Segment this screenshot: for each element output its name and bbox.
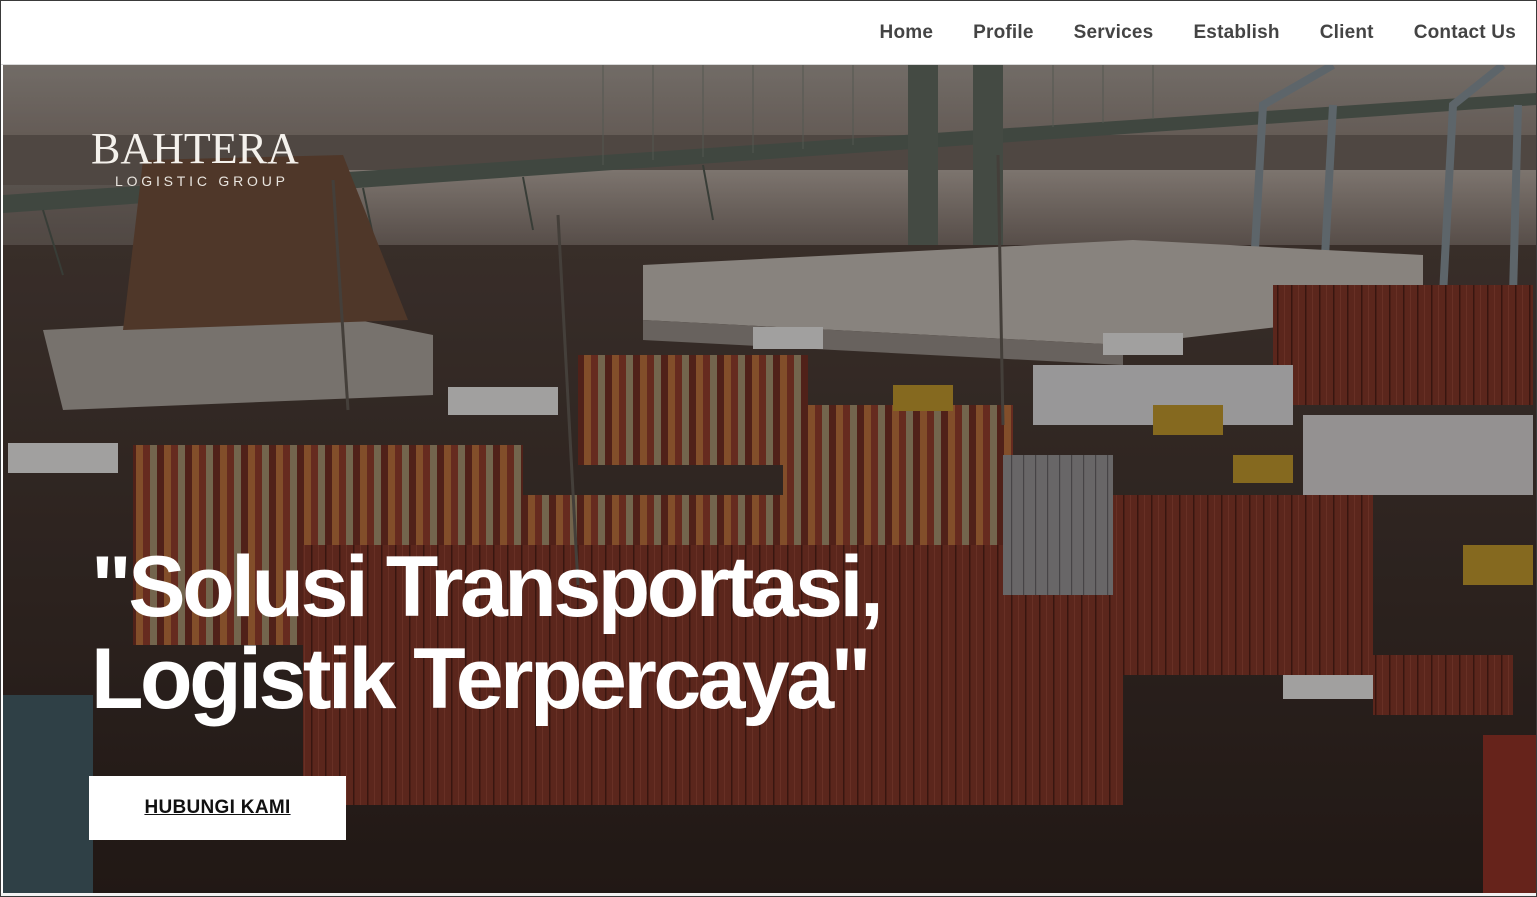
logo-tagline: LOGISTIC GROUP bbox=[115, 173, 289, 189]
nav-profile-link[interactable]: Profile bbox=[973, 22, 1034, 44]
nav-services-link[interactable]: Services bbox=[1074, 22, 1154, 44]
page-frame: Home Profile Services Establish Client C… bbox=[0, 0, 1537, 897]
site-header: Home Profile Services Establish Client C… bbox=[1, 1, 1536, 65]
logo-wordmark: BAHTERA bbox=[91, 124, 299, 173]
contact-cta-button[interactable]: HUBUNGI KAMI bbox=[89, 776, 346, 840]
nav-home-link[interactable]: Home bbox=[880, 22, 934, 44]
cta-label: HUBUNGI KAMI bbox=[144, 797, 291, 818]
hero-section bbox=[3, 65, 1536, 893]
nav-contact-link[interactable]: Contact Us bbox=[1414, 22, 1516, 44]
nav-client-link[interactable]: Client bbox=[1320, 22, 1374, 44]
hero-dark-overlay bbox=[3, 65, 1536, 893]
hero-headline: "Solusi Transportasi, Logistik Terpercay… bbox=[91, 539, 884, 727]
hero-headline-line-2: Logistik Terpercaya" bbox=[91, 631, 871, 727]
hero-headline-line-1: "Solusi Transportasi, bbox=[91, 539, 884, 635]
main-nav: Home Profile Services Establish Client C… bbox=[880, 1, 1516, 65]
brand-logo[interactable]: BAHTERA LOGISTIC GROUP bbox=[91, 124, 299, 190]
page-bottom-edge bbox=[1, 893, 1536, 896]
nav-establish-link[interactable]: Establish bbox=[1193, 22, 1279, 44]
